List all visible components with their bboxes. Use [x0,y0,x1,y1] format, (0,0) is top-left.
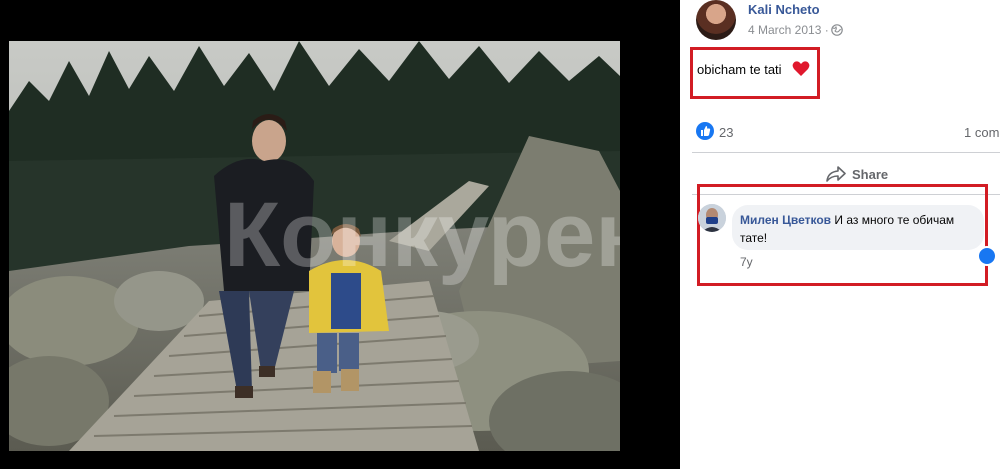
commenter-avatar[interactable] [698,204,726,232]
like-reaction-icon[interactable] [696,122,714,140]
reaction-count[interactable]: 23 [719,125,733,140]
comment-count[interactable]: 1 com [964,125,999,140]
photo-viewer: Конкурент [0,0,680,469]
post-text: obicham te tati [697,62,782,77]
watermark-text: Конкурент [224,184,620,286]
heart-icon [792,61,810,76]
photo-image: Конкурент [9,41,620,451]
author-avatar[interactable] [696,0,736,40]
divider [692,152,1000,153]
share-button[interactable]: Share [826,163,888,185]
comment-like-icon[interactable] [977,246,997,266]
share-icon [826,166,846,182]
post-sidebar: Kali Ncheto 4 March 2013 · obicham te ta… [680,0,1000,469]
author-name[interactable]: Kali Ncheto [748,2,820,17]
share-label: Share [852,166,889,182]
commenter-name[interactable]: Милен Цветков [740,213,831,227]
comment-body: Милен Цветков И аз много те обичам тате! [740,211,980,247]
post-date[interactable]: 4 March 2013 · [748,23,829,37]
comment-time[interactable]: 7y [740,255,753,269]
post-photo[interactable]: Конкурент [9,41,620,451]
globe-icon [831,24,843,36]
